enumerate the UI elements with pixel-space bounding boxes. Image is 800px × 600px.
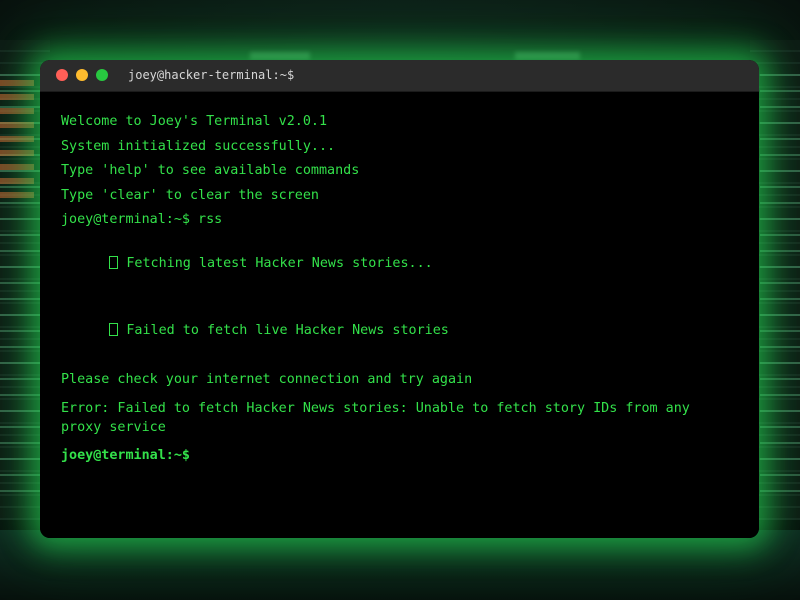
error-line: Error: Failed to fetch Hacker News stori… [61, 401, 698, 435]
close-button[interactable] [56, 69, 68, 81]
ceiling-light [515, 52, 580, 60]
rack-accent [0, 80, 34, 200]
check-connection-line: Please check your internet connection an… [61, 371, 473, 387]
output-line: Welcome to Joey's Terminal v2.0.1 [61, 114, 328, 129]
terminal-output[interactable]: Welcome to Joey's Terminal v2.0.1 System… [40, 92, 759, 538]
floor [0, 530, 800, 600]
minimize-button[interactable] [76, 69, 88, 81]
rack-lights [760, 60, 800, 500]
output-line: System initialized successfully... [61, 138, 336, 154]
fetching-line: Fetching latest Hacker News stories... [61, 235, 738, 292]
fetching-text: Fetching latest Hacker News stories... [126, 255, 433, 271]
output-line: Type 'help' to see available commands [61, 163, 360, 178]
input-prompt[interactable]: joey@terminal:~$ [61, 446, 738, 465]
ceiling-light [250, 52, 310, 60]
output-line: Type 'clear' to clear the screen [61, 187, 319, 203]
command-line: joey@terminal:~$ rss [61, 212, 223, 227]
failed-text: Failed to fetch live Hacker News stories [126, 323, 449, 338]
maximize-button[interactable] [96, 69, 108, 81]
failed-line: Failed to fetch live Hacker News stories [61, 302, 738, 359]
missing-glyph-icon [109, 323, 119, 336]
window-title: joey@hacker-terminal:~$ [128, 68, 295, 82]
terminal-window: joey@hacker-terminal:~$ Welcome to Joey'… [40, 60, 759, 538]
missing-glyph-icon [109, 255, 119, 269]
title-bar[interactable]: joey@hacker-terminal:~$ [40, 60, 759, 92]
